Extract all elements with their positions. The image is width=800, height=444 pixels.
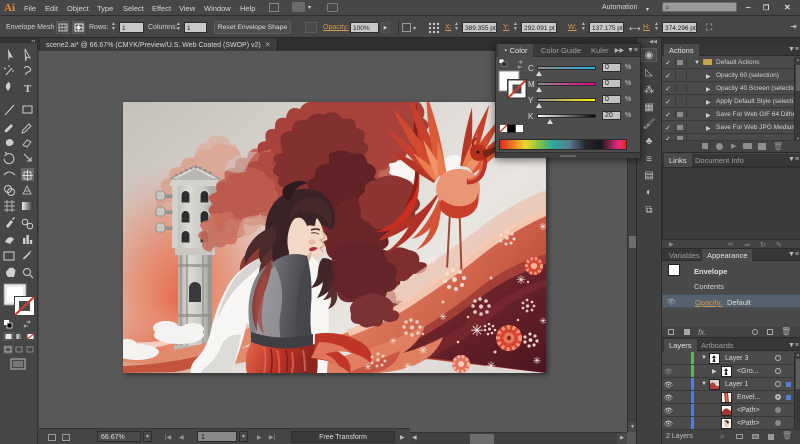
svg-text:✳: ✳ <box>364 362 372 372</box>
svg-text:✳: ✳ <box>516 273 526 287</box>
svg-text:✳: ✳ <box>470 323 483 340</box>
svg-text:✳: ✳ <box>439 312 447 322</box>
svg-text:✳: ✳ <box>539 316 546 326</box>
svg-text:✳: ✳ <box>533 356 541 367</box>
svg-text:✳: ✳ <box>428 253 438 267</box>
svg-text:T: T <box>24 83 32 95</box>
svg-text:✳: ✳ <box>418 345 427 357</box>
svg-text:✳: ✳ <box>404 362 412 373</box>
svg-text:✳: ✳ <box>486 359 496 373</box>
svg-text:✳: ✳ <box>389 336 397 346</box>
svg-text:✳: ✳ <box>539 222 546 233</box>
